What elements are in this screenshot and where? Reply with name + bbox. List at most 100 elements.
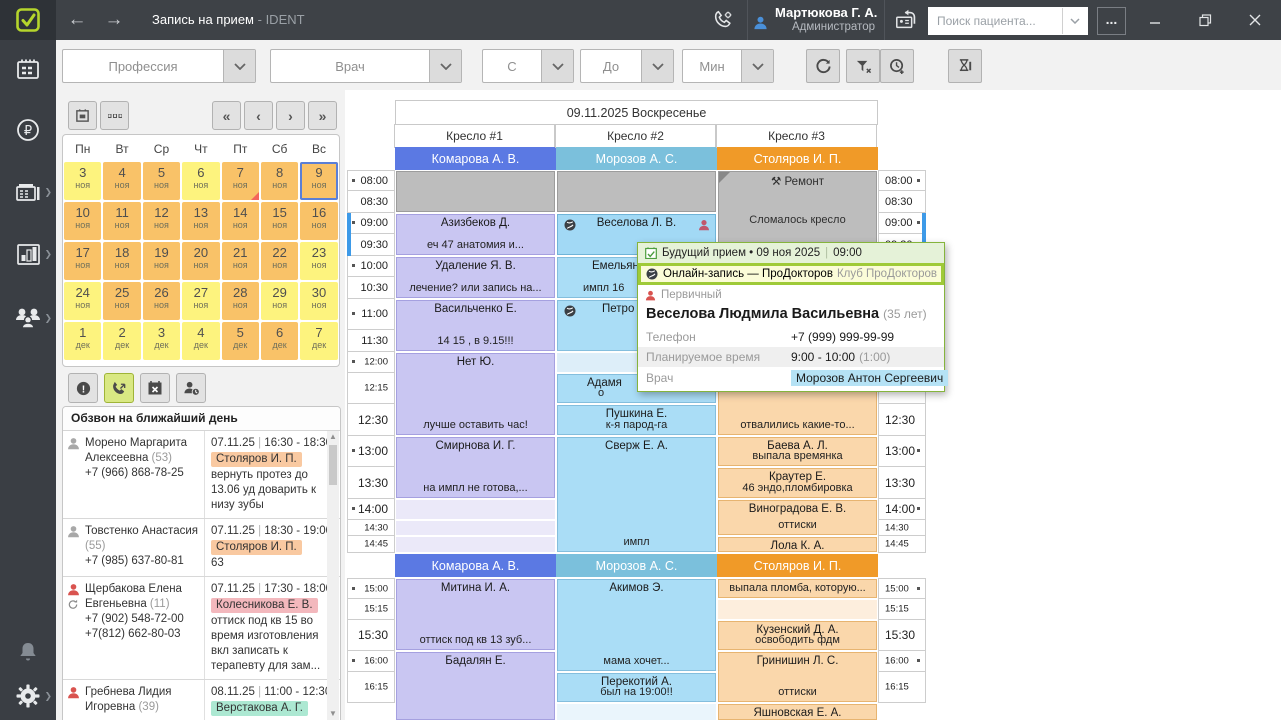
calendar-day[interactable]: 17ноя — [64, 242, 101, 280]
search-more-button[interactable]: ... — [1097, 7, 1126, 35]
time-slot-label[interactable]: 08:00 — [878, 170, 926, 191]
calendar-day[interactable]: 25ноя — [103, 282, 140, 320]
doctor-header[interactable]: Комарова А. В. — [395, 554, 556, 577]
calendar-day[interactable]: 18ноя — [103, 242, 140, 280]
doctor-header[interactable]: Столяров И. П. — [717, 147, 878, 170]
close-button[interactable] — [1235, 0, 1275, 40]
calendar-day[interactable]: 24ноя — [64, 282, 101, 320]
call-list-scrollbar[interactable]: ▲ ▼ — [327, 431, 339, 720]
profession-select[interactable]: Профессия — [62, 49, 256, 83]
time-slot-label[interactable]: 10:30 — [347, 277, 395, 299]
calendar-day[interactable]: 5ноя — [143, 162, 180, 200]
calendar-day[interactable]: 19ноя — [143, 242, 180, 280]
sidebar-item-registry[interactable]: ❯ — [0, 168, 56, 216]
time-slot-label[interactable]: 16:15 — [347, 672, 395, 703]
search-dropdown-button[interactable] — [1062, 8, 1087, 34]
time-slot-label[interactable]: 08:30 — [878, 191, 926, 213]
time-slot-label[interactable]: 14:00 — [347, 499, 395, 520]
calendar-day[interactable]: 8ноя — [261, 162, 298, 200]
sidebar-item-settings[interactable]: ❯ — [0, 672, 56, 720]
appointment[interactable]: выпала пломба, которую... — [718, 579, 877, 598]
empty-slot[interactable] — [557, 704, 716, 720]
maximize-button[interactable] — [1185, 0, 1225, 40]
next-week-button[interactable]: › — [276, 101, 305, 130]
calendar-day[interactable]: 30ноя — [300, 282, 337, 320]
calendar-day[interactable]: 1дек — [64, 322, 101, 360]
calendar-day[interactable]: 23ноя — [300, 242, 337, 280]
calendar-day[interactable]: 9ноя — [300, 162, 337, 200]
next-month-button[interactable]: » — [308, 101, 337, 130]
time-slot-label[interactable]: 15:15 — [347, 599, 395, 620]
call-list-item[interactable]: Гребнева Лидия Игоревна (39)08.11.25 | 1… — [63, 680, 340, 720]
time-slot-label[interactable]: 15:00 — [878, 578, 926, 599]
time-slot-label[interactable]: 13:00 — [878, 436, 926, 467]
time-slot-label[interactable]: 14:30 — [878, 520, 926, 536]
time-slot-label[interactable]: 16:00 — [878, 651, 926, 672]
calendar-day[interactable]: 4дек — [182, 322, 219, 360]
prev-week-button[interactable]: ‹ — [244, 101, 273, 130]
doctor-header[interactable]: Столяров И. П. — [717, 554, 878, 577]
time-slot-label[interactable]: 15:15 — [878, 599, 926, 620]
sidebar-item-reports[interactable]: ❯ — [0, 230, 56, 278]
refresh-button[interactable] — [806, 49, 840, 83]
time-slot-label[interactable]: 12:15 — [347, 373, 395, 404]
appointment[interactable]: Митина И. А.оттиск под кв 13 зуб... — [396, 579, 555, 650]
add-time-button[interactable] — [880, 49, 914, 83]
clear-filter-button[interactable] — [846, 49, 880, 83]
calendar-day[interactable]: 5дек — [222, 322, 259, 360]
calendar-day[interactable]: 2дек — [103, 322, 140, 360]
calendar-day[interactable]: 3дек — [143, 322, 180, 360]
empty-slot[interactable] — [396, 500, 555, 519]
appointment[interactable]: Сверж Е. А.импл — [557, 437, 716, 552]
time-slot-label[interactable]: 16:00 — [347, 651, 395, 672]
time-slot-label[interactable]: 14:45 — [347, 536, 395, 553]
calendar-day[interactable]: 7ноя — [222, 162, 259, 200]
time-slot-label[interactable]: 09:00 — [347, 213, 395, 234]
calendar-day[interactable]: 28ноя — [222, 282, 259, 320]
appointment[interactable]: Смирнова И. Г.на импл не готова,... — [396, 437, 555, 498]
time-slot-label[interactable]: 14:30 — [347, 520, 395, 536]
calendar-day[interactable]: 26ноя — [143, 282, 180, 320]
prev-month-button[interactable]: « — [212, 101, 241, 130]
appointment[interactable]: Кузенский Д. А.освободить фдм — [718, 621, 877, 650]
patient-card-return-button[interactable] — [886, 0, 928, 44]
empty-slot[interactable] — [396, 537, 555, 552]
calendar-day[interactable]: 27ноя — [182, 282, 219, 320]
appointment[interactable]: Пушкина Е.к-я парод-га — [557, 405, 716, 435]
goto-today-button[interactable] — [68, 101, 97, 130]
empty-slot[interactable] — [718, 600, 877, 619]
scroll-up-icon[interactable]: ▲ — [327, 431, 339, 443]
time-slot-label[interactable]: 14:45 — [878, 536, 926, 553]
time-slot-label[interactable]: 15:00 — [347, 578, 395, 599]
calendar-day[interactable]: 11ноя — [103, 202, 140, 240]
appointment[interactable]: Акимов Э.мама хочет... — [557, 579, 716, 671]
time-slot-label[interactable]: 16:15 — [878, 672, 926, 703]
calendar-day[interactable]: 21ноя — [222, 242, 259, 280]
calendar-day[interactable]: 15ноя — [261, 202, 298, 240]
time-slot-label[interactable]: 09:30 — [347, 234, 395, 256]
time-slot-label[interactable]: 09:00 — [878, 213, 926, 234]
calendar-day[interactable]: 14ноя — [222, 202, 259, 240]
appointment[interactable]: Нет Ю.лучше оставить час! — [396, 353, 555, 435]
appointment[interactable]: Виноградова Е. В.оттиски — [718, 500, 877, 535]
appointment[interactable]: Перекотий А.был на 19:00!! — [557, 673, 716, 702]
waiting-list-button[interactable] — [948, 49, 982, 83]
sidebar-item-schedule[interactable] — [0, 45, 56, 93]
calendar-day[interactable]: 6ноя — [182, 162, 219, 200]
telephony-button[interactable] — [700, 0, 746, 44]
doctor-header[interactable]: Комарова А. В. — [395, 147, 556, 170]
calendar-day[interactable]: 13ноя — [182, 202, 219, 240]
appointment[interactable]: Краутер Е.46 эндо,пломбировка — [718, 468, 877, 498]
sidebar-item-staff[interactable]: ❯ — [0, 294, 56, 342]
calendar-day[interactable]: 4ноя — [103, 162, 140, 200]
minimize-button[interactable] — [1135, 0, 1175, 40]
scroll-down-icon[interactable]: ▼ — [327, 708, 339, 720]
call-list-item[interactable]: Морено Маргарита Алексеевна (53)+7 (966)… — [63, 431, 340, 519]
time-slot-label[interactable]: 13:00 — [347, 436, 395, 467]
calendar-day[interactable]: 3ноя — [64, 162, 101, 200]
time-slot-label[interactable]: 08:30 — [347, 191, 395, 213]
time-to-select[interactable]: До — [580, 49, 674, 83]
doctor-header[interactable]: Морозов А. С. — [556, 554, 717, 577]
calendar-day[interactable]: 10ноя — [64, 202, 101, 240]
calendar-day[interactable]: 22ноя — [261, 242, 298, 280]
